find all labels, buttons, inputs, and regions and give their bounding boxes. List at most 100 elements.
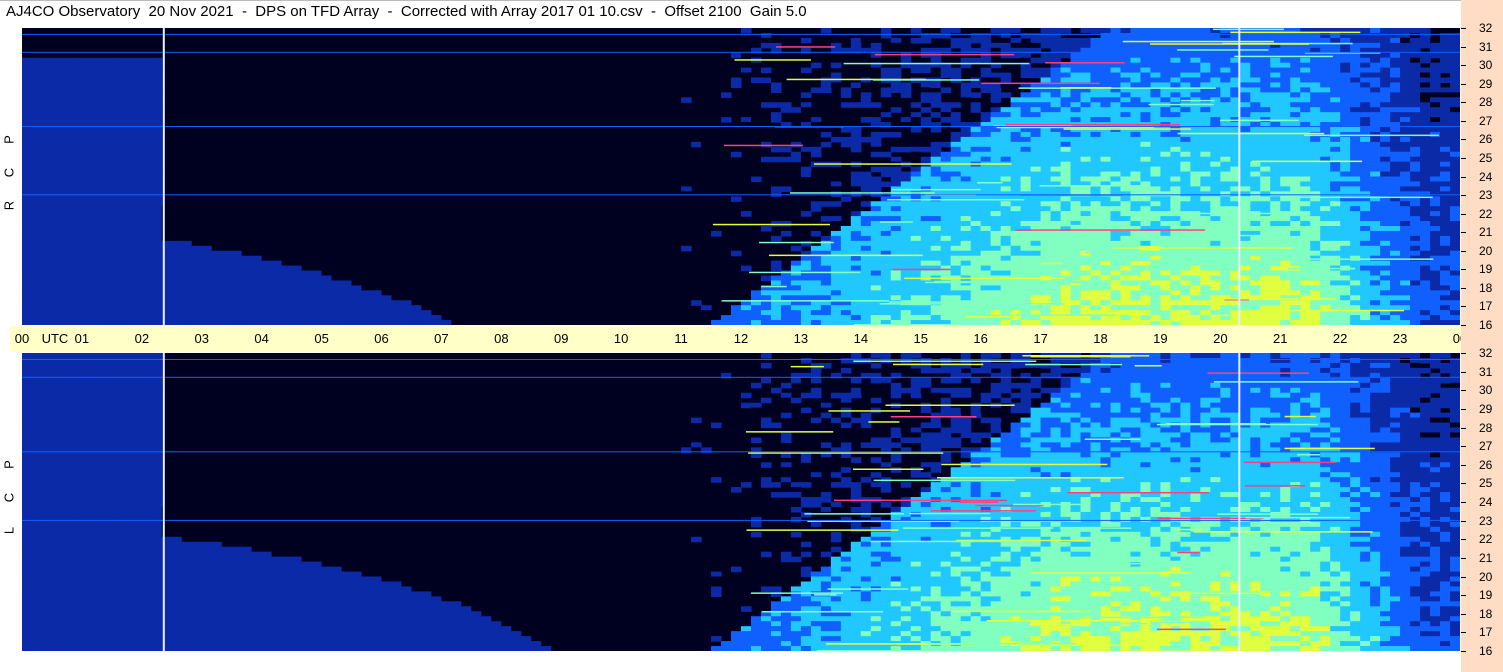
spectrogram-cell: [920, 216, 932, 222]
spectrogram-cell: [1320, 280, 1331, 286]
spectrogram-cell: [1060, 250, 1072, 257]
spectrogram-cell: [1270, 240, 1281, 247]
spectrogram-cell: [1290, 171, 1301, 178]
spectrogram-cell: [281, 275, 293, 282]
spectrogram-cell: [770, 191, 782, 197]
spectrogram-cell: [81, 221, 93, 227]
spectrogram-cell: [1250, 131, 1261, 138]
spectrogram-cell: [1370, 62, 1381, 69]
spectrogram-cell: [990, 156, 1002, 163]
spectrogram-cell: [1050, 191, 1062, 197]
spectrogram-cell: [1070, 176, 1082, 183]
spectrogram-cell: [91, 255, 103, 262]
spectrogram-cell: [1030, 72, 1042, 79]
spectrogram-cell: [1100, 28, 1112, 34]
spectrogram-cell: [750, 315, 762, 321]
spectrogram-cell: [1390, 102, 1401, 108]
spectrogram-cell: [1150, 275, 1162, 282]
spectrogram-cell: [890, 280, 902, 286]
spectrogram-cell: [71, 57, 83, 64]
spectrogram-cell: [281, 320, 293, 325]
spectrogram-cell: [880, 151, 892, 158]
spectrogram-cell: [1010, 216, 1022, 222]
spectrogram-cell: [1210, 181, 1221, 187]
spectrogram-cell: [261, 295, 273, 301]
spectrogram-cell: [880, 72, 892, 79]
spectrogram-cell: [351, 235, 363, 242]
spectrogram-cell: [1140, 77, 1152, 84]
spectrogram-cell: [1130, 240, 1142, 247]
spectrogram-cell: [261, 280, 273, 286]
spectrogram-cell: [421, 305, 433, 311]
spectrogram-cell: [421, 270, 433, 277]
spectrogram-cell: [1120, 230, 1132, 237]
spectrogram-cell: [1140, 28, 1152, 34]
spectrogram-cell: [41, 245, 53, 252]
spectrogram-cell: [1120, 166, 1132, 173]
spectrogram-cell: [151, 57, 163, 64]
spectrogram-cell: [930, 146, 942, 153]
spectrogram-cell: [1210, 226, 1221, 232]
spectrogram-cell: [1200, 230, 1211, 237]
spectrogram-cell: [41, 151, 53, 158]
spectrogram-cell: [391, 295, 403, 301]
spectrogram-cell: [990, 216, 1002, 222]
spectrogram-cell: [311, 255, 323, 262]
spectrogram-cell: [241, 290, 253, 296]
spectrogram-cell: [960, 260, 972, 267]
spectrogram-cell: [1260, 275, 1271, 282]
spectrogram-cell: [151, 107, 163, 113]
spectrogram-cell: [820, 201, 832, 207]
spectrogram-cell: [1220, 235, 1231, 242]
spectrogram-cell: [1180, 32, 1191, 39]
spectrogram-cell: [1160, 240, 1172, 247]
spectrogram-cell: [870, 151, 882, 158]
spectrogram-cell: [980, 265, 992, 272]
spectrogram-cell: [101, 87, 113, 93]
spectrogram-cell: [1100, 315, 1112, 321]
spectrogram-cell: [171, 240, 183, 247]
spectrogram-cell: [341, 305, 353, 311]
spectrogram-cell: [860, 216, 872, 222]
spectrogram-cell: [1010, 240, 1022, 247]
spectrogram-cell: [491, 290, 502, 296]
spectrogram-cell: [41, 230, 53, 237]
spectrogram-cell: [1170, 280, 1181, 286]
spectrogram-cell: [1200, 176, 1211, 183]
spectrogram-cell: [121, 221, 133, 227]
spectrogram-cell: [760, 315, 772, 321]
spectrogram-cell: [1110, 300, 1122, 306]
spectrogram-cell: [1030, 131, 1042, 138]
spectrogram-cell: [1380, 72, 1391, 79]
spectrogram-cell: [1140, 285, 1152, 291]
spectrogram-cell: [1370, 127, 1381, 133]
spectrogram-cell: [790, 260, 802, 267]
spectrogram-cell: [860, 260, 872, 267]
spectrogram-cell: [1020, 191, 1032, 197]
spectrogram-cell: [1000, 265, 1012, 272]
spectrogram-cell: [1210, 186, 1221, 192]
spectrogram-cell: [1240, 161, 1251, 168]
spectrogram-cell: [870, 146, 882, 153]
spectrogram-cell: [1180, 270, 1191, 277]
spectrogram-cell: [1370, 320, 1381, 325]
spectrogram-cell: [141, 300, 153, 306]
spectrogram-cell: [1090, 295, 1102, 301]
spectrogram-cell: [131, 72, 143, 79]
spectrogram-cell: [301, 300, 313, 306]
spectrogram-cell: [1020, 290, 1032, 296]
spectrogram-cell: [990, 151, 1002, 158]
spectrogram-cell: [930, 102, 942, 108]
spectrogram-cell: [311, 245, 323, 252]
spectrogram-cell: [860, 82, 872, 88]
spectrogram-cell: [1310, 62, 1321, 69]
spectrogram-cell: [910, 176, 922, 183]
spectrogram-cell: [1320, 92, 1331, 98]
spectrogram-cell: [61, 206, 73, 212]
spectrogram-cell: [1250, 171, 1261, 178]
spectrogram-cell: [1200, 77, 1211, 84]
spectrogram-cell: [1140, 235, 1152, 242]
spectrogram-cell: [1280, 161, 1291, 168]
spectrogram-cell: [1070, 146, 1082, 153]
spectrogram-cell: [71, 112, 83, 118]
